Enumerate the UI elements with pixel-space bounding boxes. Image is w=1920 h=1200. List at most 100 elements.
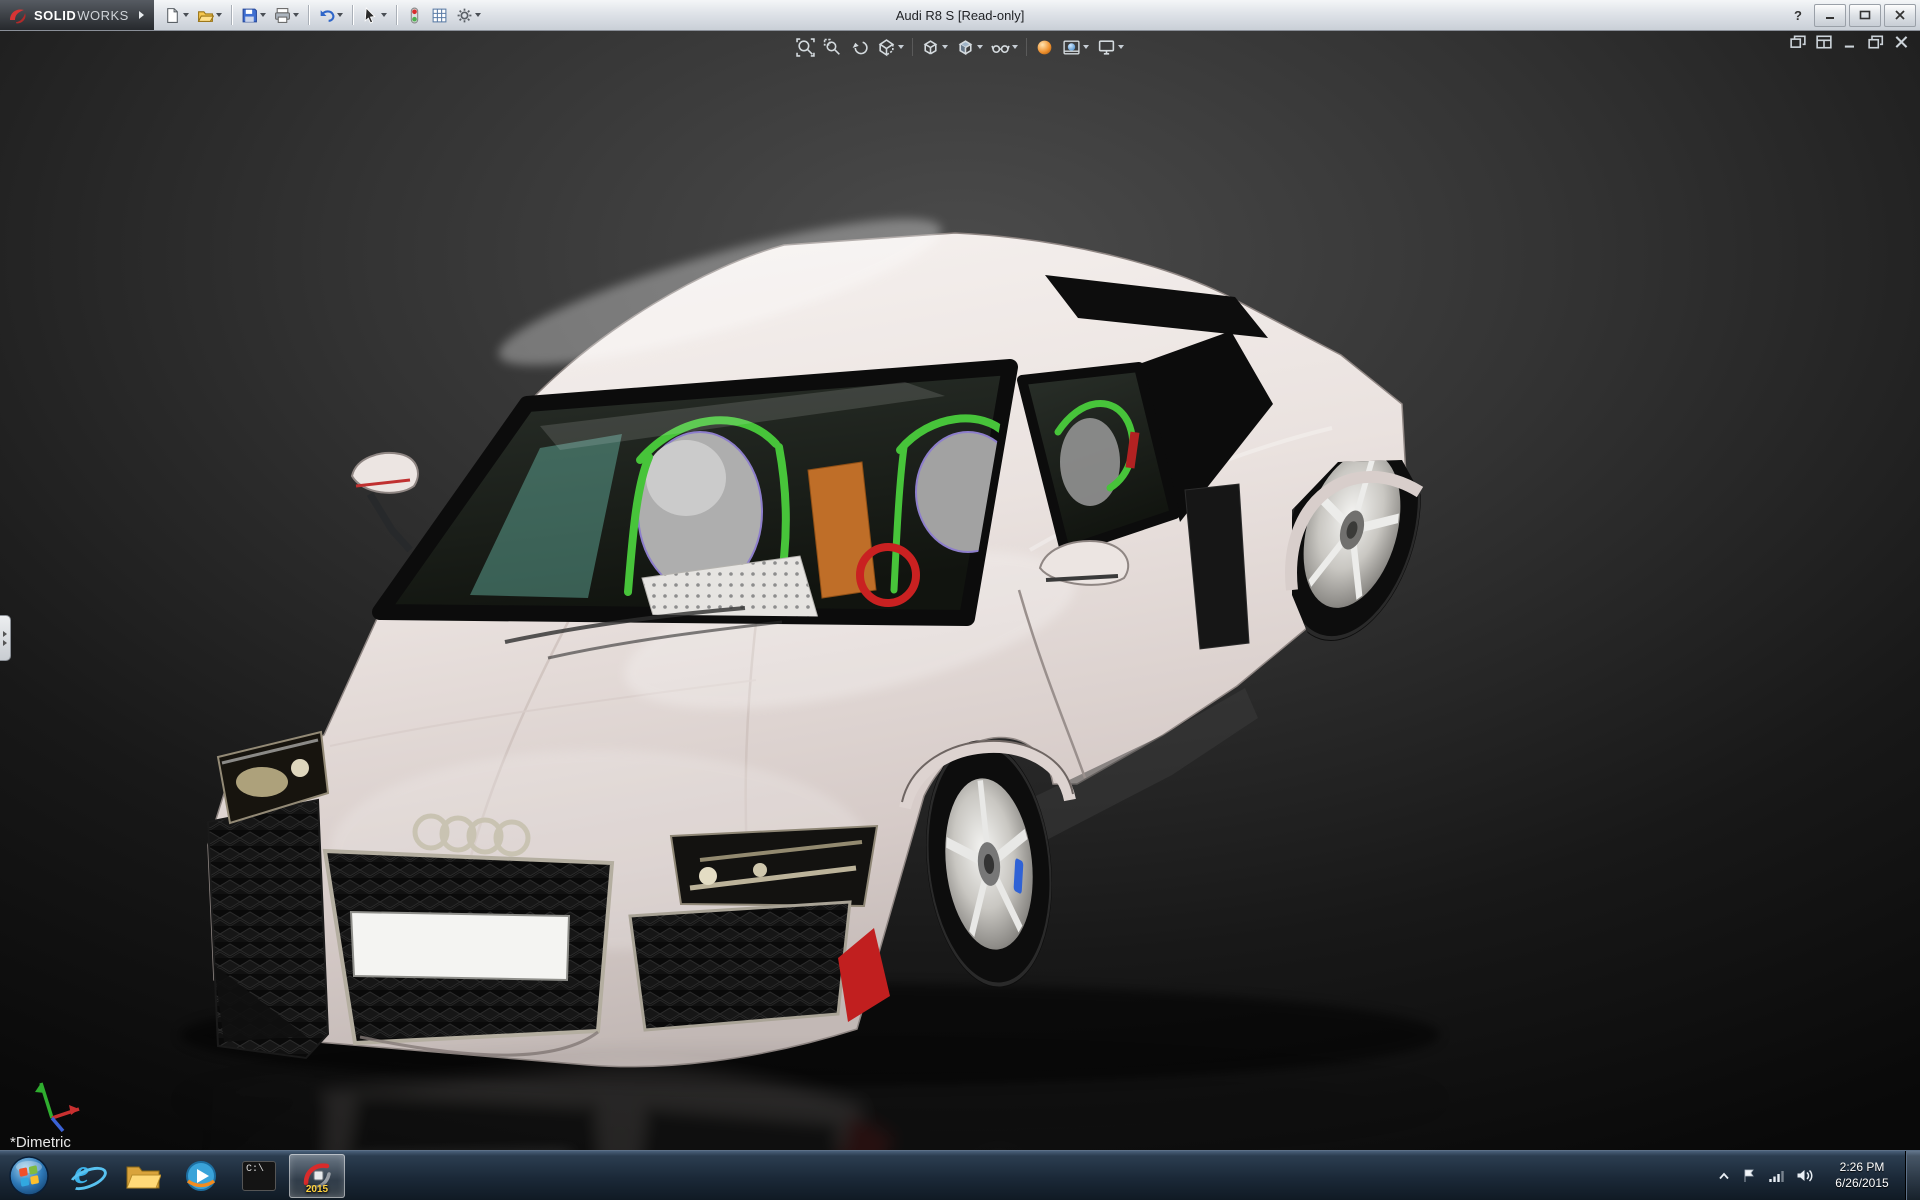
dropdown-caret-icon — [977, 45, 983, 49]
toolbar-separator — [352, 5, 353, 25]
network-icon[interactable] — [1768, 1169, 1784, 1183]
floor-reflection — [180, 1048, 1445, 1151]
windows-taskbar: e C:\ 2015 2:26 PM 6/26/2015 — [0, 1150, 1920, 1200]
taskbar-item-windows-explorer[interactable] — [115, 1154, 171, 1198]
undo-button[interactable] — [314, 2, 347, 28]
close-button[interactable] — [1884, 4, 1916, 27]
view-orientation-label: *Dimetric — [10, 1134, 71, 1151]
dropdown-caret-icon — [1118, 45, 1124, 49]
action-center-flag-icon[interactable] — [1742, 1168, 1756, 1183]
print-button[interactable] — [270, 2, 303, 28]
zoom-to-area-button[interactable] — [819, 34, 846, 60]
dropdown-caret-icon — [293, 13, 299, 17]
system-tray: 2:26 PM 6/26/2015 — [1718, 1160, 1905, 1191]
window-title: Audi R8 S [Read-only] — [896, 8, 1025, 23]
rebuild-button[interactable] — [402, 2, 427, 28]
windows-start-icon — [8, 1155, 50, 1197]
save-button[interactable] — [237, 2, 270, 28]
cascade-windows-icon[interactable] — [1790, 35, 1806, 49]
dropdown-caret-icon — [183, 13, 189, 17]
file-properties-icon — [431, 7, 448, 24]
hidden-icons-caret-icon[interactable] — [1718, 1171, 1730, 1181]
new-document-button[interactable] — [160, 2, 193, 28]
taskbar-item-solidworks-2015[interactable]: 2015 — [289, 1154, 345, 1198]
feature-manager-splitter-tab[interactable] — [0, 615, 11, 661]
file-properties-button[interactable] — [427, 2, 452, 28]
new-window-icon[interactable] — [1816, 35, 1832, 49]
maximize-icon — [1859, 10, 1871, 20]
select-button[interactable] — [358, 2, 391, 28]
close-icon — [1894, 10, 1906, 20]
maximize-button[interactable] — [1849, 4, 1881, 27]
dassault-systemes-logo-icon — [8, 6, 28, 24]
close-document-icon[interactable] — [1894, 35, 1910, 49]
edit-appearance-button[interactable] — [1031, 34, 1058, 60]
hide-show-items-button[interactable] — [987, 34, 1022, 60]
open-folder-icon — [197, 7, 214, 24]
print-icon — [274, 7, 291, 24]
dropdown-caret-icon — [1083, 45, 1089, 49]
open-button[interactable] — [193, 2, 226, 28]
previous-view-icon — [850, 38, 869, 57]
options-button[interactable] — [452, 2, 485, 28]
heads-up-view-toolbar — [792, 34, 1128, 60]
model-viewport-3d[interactable] — [0, 30, 1920, 1151]
folder-icon — [125, 1161, 161, 1191]
dropdown-caret-icon — [942, 45, 948, 49]
internet-explorer-icon: e — [67, 1158, 103, 1194]
command-prompt-icon: C:\ — [242, 1161, 276, 1191]
dropdown-caret-icon — [216, 13, 222, 17]
restore-document-icon[interactable] — [1868, 35, 1884, 49]
license-plate — [351, 912, 569, 980]
toolbar-separator — [308, 5, 309, 25]
taskbar-item-internet-explorer[interactable]: e — [57, 1154, 113, 1198]
dropdown-caret-icon — [898, 45, 904, 49]
tray-clock[interactable]: 2:26 PM 6/26/2015 — [1825, 1160, 1899, 1191]
right-headlight — [671, 826, 877, 906]
solidworks-version-badge: 2015 — [306, 1184, 328, 1195]
tray-time: 2:26 PM — [1825, 1160, 1899, 1176]
view-orientation-button[interactable] — [917, 34, 952, 60]
view-orientation-cube-icon — [921, 38, 940, 57]
app-titlebar: SOLIDWORKS — [0, 0, 1920, 31]
taskbar-item-command-prompt[interactable]: C:\ — [231, 1154, 287, 1198]
volume-icon[interactable] — [1796, 1168, 1813, 1183]
new-document-icon — [164, 7, 181, 24]
view-settings-monitor-icon — [1097, 38, 1116, 57]
rebuild-icon — [406, 7, 423, 24]
zoom-to-fit-button[interactable] — [792, 34, 819, 60]
section-view-icon — [877, 38, 896, 57]
minimize-button[interactable] — [1814, 4, 1846, 27]
dropdown-caret-icon — [260, 13, 266, 17]
view-settings-button[interactable] — [1093, 34, 1128, 60]
document-window-controls — [1790, 35, 1910, 49]
taskbar-item-media-player[interactable] — [173, 1154, 229, 1198]
display-style-icon — [956, 38, 975, 57]
dropdown-caret-icon — [337, 13, 343, 17]
display-style-button[interactable] — [952, 34, 987, 60]
help-button[interactable]: ? — [1785, 5, 1811, 26]
show-desktop-button[interactable] — [1905, 1151, 1920, 1200]
minimize-document-icon[interactable] — [1842, 35, 1858, 49]
brand-text-light: WORKS — [77, 8, 129, 23]
undo-icon — [318, 7, 335, 24]
section-view-button[interactable] — [873, 34, 908, 60]
dropdown-caret-icon — [381, 13, 387, 17]
select-cursor-icon — [362, 7, 379, 24]
appearance-ball-icon — [1035, 38, 1054, 57]
toolbar-separator — [1026, 38, 1027, 56]
save-icon — [241, 7, 258, 24]
toolbar-separator — [231, 5, 232, 25]
zoom-to-area-icon — [823, 38, 842, 57]
menu-expand-icon[interactable] — [139, 11, 144, 19]
media-player-icon — [184, 1159, 218, 1193]
previous-view-button[interactable] — [846, 34, 873, 60]
start-button[interactable] — [6, 1153, 52, 1199]
apply-scene-button[interactable] — [1058, 34, 1093, 60]
toolbar-separator — [396, 5, 397, 25]
minimize-icon — [1824, 10, 1836, 20]
eyeglasses-icon — [991, 38, 1010, 57]
tray-date: 6/26/2015 — [1825, 1176, 1899, 1192]
apply-scene-icon — [1062, 38, 1081, 57]
graphics-area[interactable]: *Dimetric — [0, 30, 1920, 1151]
